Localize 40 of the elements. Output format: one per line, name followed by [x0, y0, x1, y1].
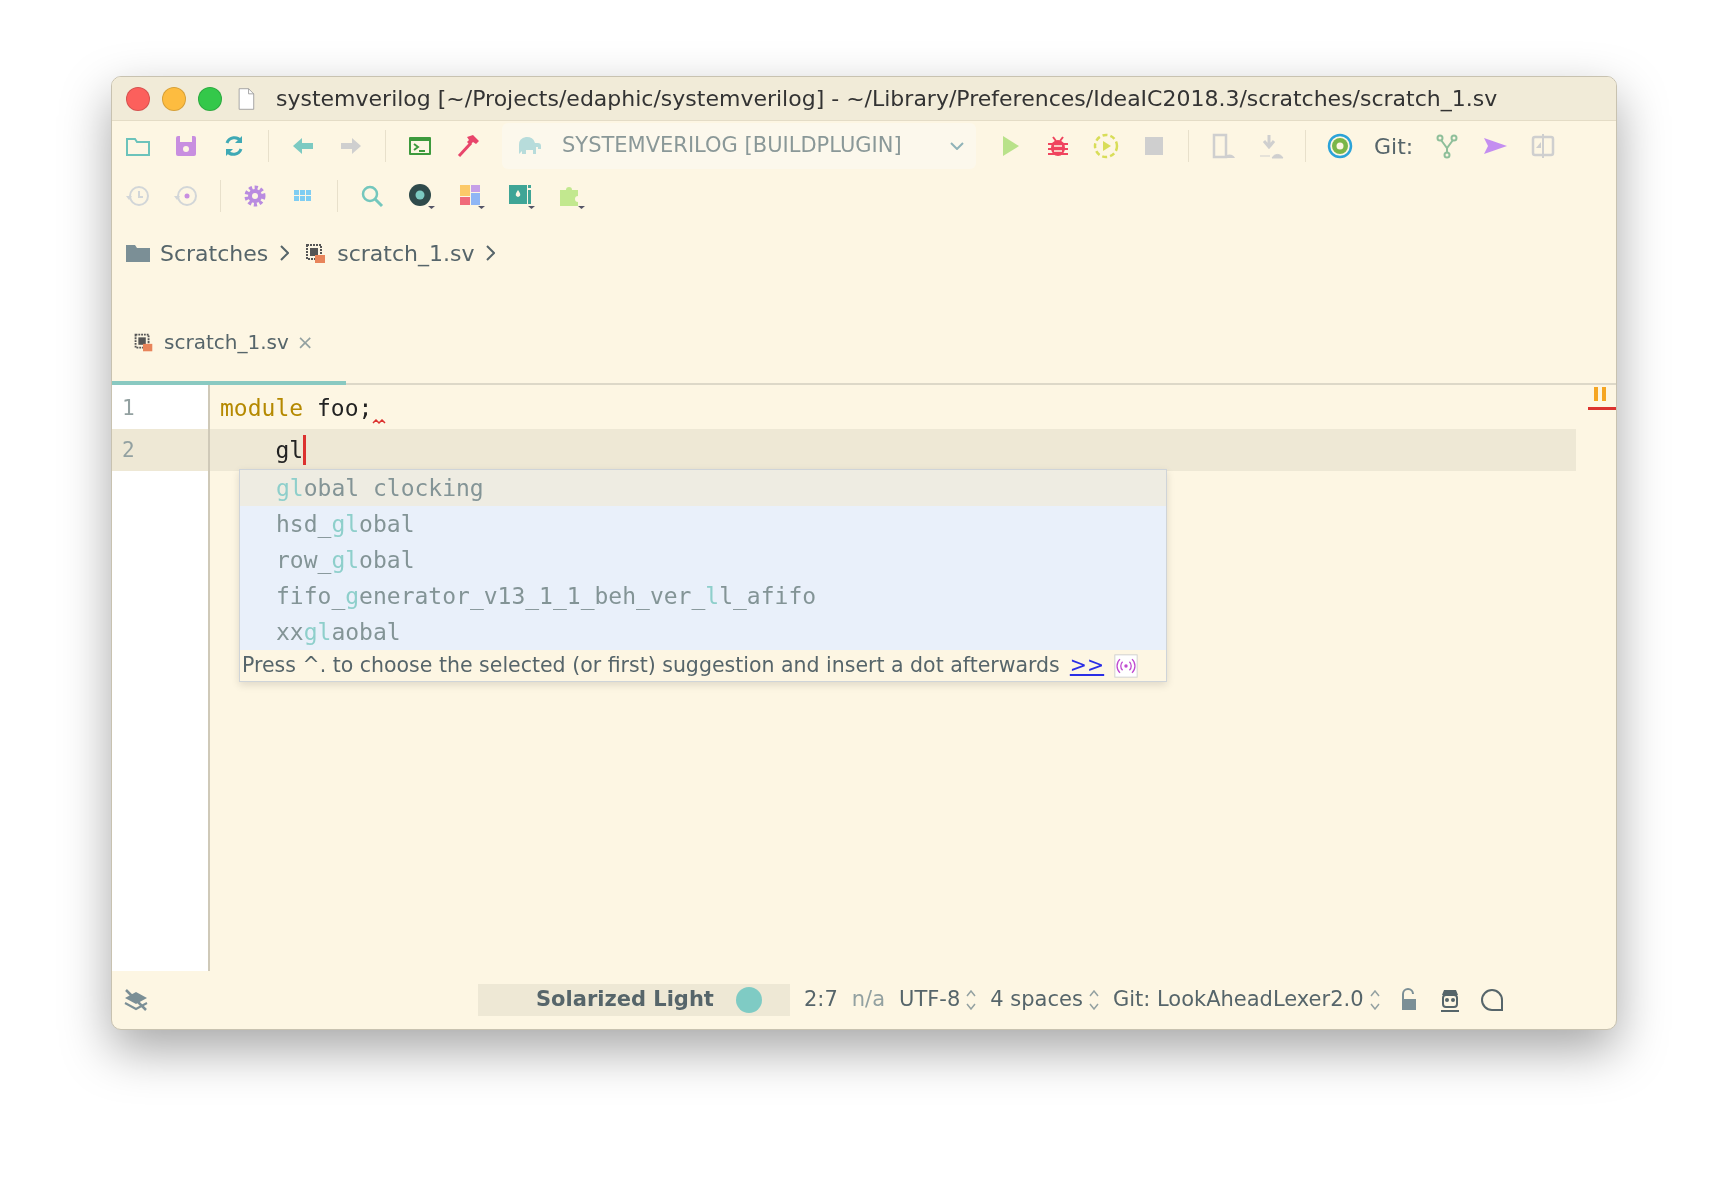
git-label: Git: [1374, 132, 1414, 161]
theme-color-dot [735, 987, 762, 1013]
text-caret [303, 435, 307, 465]
inspection-pause-icon[interactable] [1588, 385, 1616, 413]
completion-item[interactable]: global clocking [240, 470, 1166, 506]
run-configuration-dropdown[interactable]: SYSTEMVERILOG [BUILDPLUGIN] [502, 123, 976, 169]
hint-link[interactable]: >> [1069, 650, 1105, 681]
indent-selector[interactable]: 4 spaces [990, 984, 1099, 1016]
broadcast-icon[interactable] [1114, 653, 1139, 678]
chevron-right-icon [486, 245, 496, 261]
completion-item[interactable]: fifo_generator_v13_1_1_beh_ver_ll_afifo [240, 578, 1166, 614]
chevron-down-icon [950, 142, 964, 150]
theme-switcher[interactable]: Solarized Light [478, 984, 790, 1016]
close-button[interactable] [126, 86, 150, 111]
disc-dropdown-icon[interactable] [406, 182, 436, 210]
up-down-arrows-icon [966, 990, 977, 1010]
up-down-arrows-icon [1088, 990, 1099, 1010]
line-number: 2 [112, 429, 208, 471]
zoom-button[interactable] [198, 86, 222, 111]
context-indicator[interactable]: n/a [851, 984, 886, 1016]
caret-position[interactable]: 2:7 [804, 984, 838, 1016]
chevron-right-icon [280, 245, 290, 261]
code-line: module foo; [210, 387, 1576, 429]
tab-close-button[interactable]: × [296, 327, 314, 357]
window-title: systemverilog [~/Projects/edaphic/systemverilog] - ~/Library/Preferences/IdeaIC2018.3/scratches/scratch_1.sv [276, 85, 1498, 114]
download-android-icon[interactable] [1257, 132, 1285, 160]
encoding-selector[interactable]: UTF-8 [899, 984, 977, 1016]
up-down-arrows-icon [1369, 990, 1380, 1010]
completion-item[interactable]: row_global [240, 542, 1166, 578]
git-branch-selector[interactable]: Git: LookAheadLexer2.0 [1112, 984, 1380, 1016]
completion-item[interactable]: hsd_global [240, 506, 1166, 542]
completion-hint: Press ^. to choose the selected (or first) suggestion and insert a dot afterwards [242, 652, 1060, 680]
breadcrumb-item[interactable]: Scratches [124, 236, 269, 270]
line-number: 1 [121, 395, 136, 422]
dashed-circle-play-icon[interactable] [1092, 132, 1120, 160]
circular-logo-icon[interactable] [1326, 132, 1354, 160]
breadcrumb-item[interactable]: scratch_1.sv [301, 236, 475, 270]
completion-item[interactable]: xxglaobal [240, 614, 1166, 650]
minimize-button[interactable] [162, 86, 186, 111]
panel-dropdown-icon[interactable] [506, 182, 536, 210]
